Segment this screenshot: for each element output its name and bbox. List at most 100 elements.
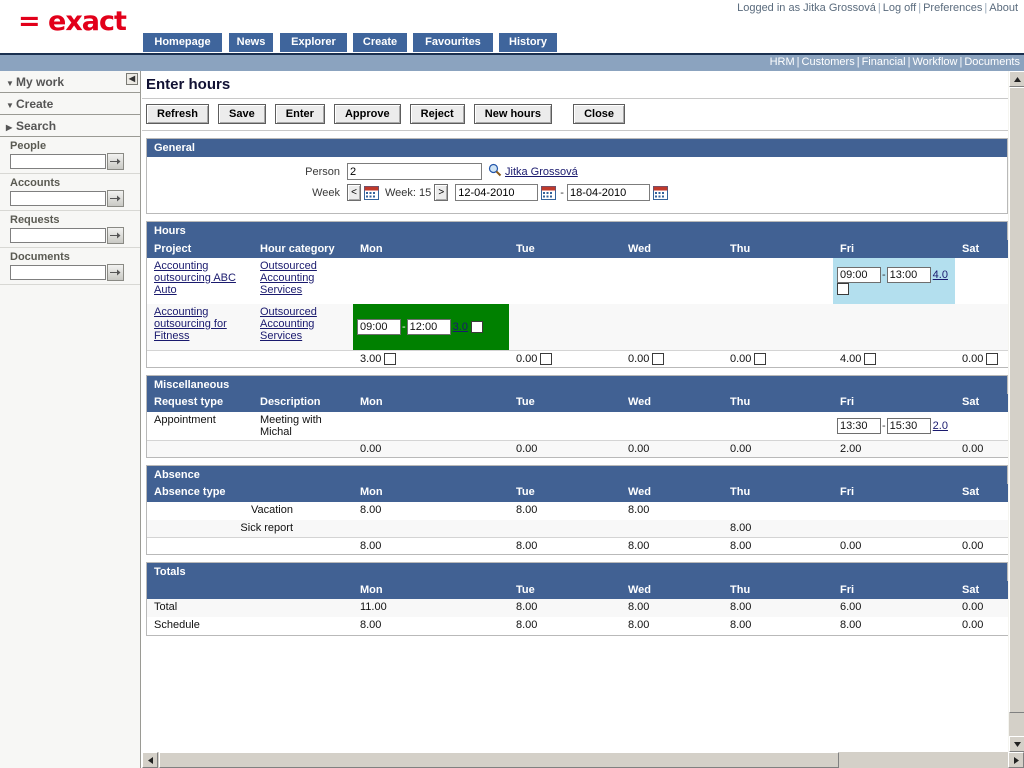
- table-row: Accounting outsourcing ABC Auto Outsourc…: [147, 258, 1011, 304]
- hours-total-fri-checkbox[interactable]: [864, 352, 877, 365]
- misc-total-wed: 0.00: [621, 439, 723, 457]
- vertical-scroll-thumb[interactable]: [1009, 87, 1024, 713]
- subnav-financial-link[interactable]: Financial: [862, 56, 906, 68]
- totals-schedule-mon: 8.00: [360, 619, 382, 632]
- calendar-icon[interactable]: [541, 185, 557, 200]
- hours-total-link[interactable]: 4.0: [933, 269, 948, 281]
- sidebar-section-create[interactable]: ▼ Create: [0, 93, 140, 115]
- totals-total-mon: 11.00: [360, 601, 387, 614]
- next-week-button[interactable]: >: [434, 184, 449, 201]
- hours-panel: Hours Project Hour category Mon Tue Wed …: [146, 221, 1011, 368]
- search-go-requests-button[interactable]: [107, 227, 124, 244]
- subnav-documents-link[interactable]: Documents: [964, 56, 1020, 68]
- scroll-right-button[interactable]: [1008, 752, 1024, 768]
- sidebar: ▼ My work ◀ ▼ Create ▶ Search People Accoun…: [0, 71, 141, 768]
- person-input[interactable]: [347, 163, 482, 180]
- horizontal-scrollbar[interactable]: [142, 752, 1024, 768]
- chevron-down-icon: ▼: [6, 101, 14, 110]
- nav-tab-news[interactable]: News: [229, 33, 273, 52]
- subnav-workflow-link[interactable]: Workflow: [912, 56, 957, 68]
- category-link[interactable]: Outsourced Accounting Services: [260, 260, 317, 296]
- hours-total-tue-checkbox[interactable]: [540, 352, 553, 365]
- absence-thu-cell: 8.00: [730, 521, 752, 534]
- person-name-link[interactable]: Jitka Grossová: [505, 166, 578, 178]
- absence-type-cell: Sick report: [240, 521, 293, 534]
- absence-totals-row: 8.00 8.00 8.00 8.00 0.00 0.00: [147, 537, 1011, 555]
- hours-checkbox[interactable]: [470, 320, 483, 333]
- hours-from-input[interactable]: [357, 318, 401, 335]
- totals-col-fri: Fri: [833, 581, 955, 600]
- week-number-label: Week: 15: [385, 186, 432, 199]
- previous-week-button[interactable]: <: [347, 184, 361, 201]
- hours-total-wed-checkbox[interactable]: [652, 352, 665, 365]
- misc-cell-fri: -2.0: [833, 412, 955, 441]
- scroll-up-button[interactable]: [1009, 71, 1024, 87]
- hours-to-input[interactable]: [886, 266, 931, 283]
- hours-to-input[interactable]: [406, 318, 451, 335]
- calendar-icon[interactable]: [652, 185, 668, 200]
- nav-tab-favourites[interactable]: Favourites: [413, 33, 493, 52]
- search-input-requests[interactable]: [10, 228, 106, 243]
- date-from-input[interactable]: [455, 184, 539, 201]
- search-go-documents-button[interactable]: [107, 264, 124, 281]
- hours-col-category: Hour category: [253, 240, 353, 258]
- date-to-input[interactable]: [566, 184, 650, 201]
- category-link[interactable]: Outsourced Accounting Services: [260, 306, 317, 342]
- misc-to-input[interactable]: [886, 417, 931, 434]
- search-input-people[interactable]: [10, 154, 106, 169]
- sidebar-section-my-work[interactable]: ▼ My work ◀: [0, 71, 140, 93]
- close-button[interactable]: Close: [573, 104, 626, 124]
- new-hours-button[interactable]: New hours: [473, 104, 552, 124]
- sidebar-section-search[interactable]: ▶ Search: [0, 115, 140, 137]
- hours-col-fri: Fri: [833, 240, 955, 258]
- reject-button[interactable]: Reject: [409, 104, 465, 124]
- subnav-customers-link[interactable]: Customers: [802, 56, 855, 68]
- search-input-documents[interactable]: [10, 265, 106, 280]
- hours-total-link[interactable]: 3.0: [453, 321, 468, 333]
- totals-schedule-wed: 8.00: [628, 619, 650, 632]
- log-off-link[interactable]: Log off: [883, 2, 916, 14]
- nav-tab-create[interactable]: Create: [353, 33, 407, 52]
- preferences-link[interactable]: Preferences: [923, 2, 982, 14]
- project-link[interactable]: Accounting outsourcing for Fitness: [154, 306, 227, 342]
- hours-totals-spacer2: [253, 349, 353, 367]
- misc-total-link[interactable]: 2.0: [933, 420, 948, 432]
- hours-total-thu-checkbox[interactable]: [754, 352, 767, 365]
- calendar-icon[interactable]: [364, 185, 379, 200]
- enter-button[interactable]: Enter: [274, 104, 325, 124]
- subnav-hrm-link[interactable]: HRM: [770, 56, 795, 68]
- vertical-scroll-track[interactable]: [1009, 87, 1024, 736]
- general-panel: General Person Jitka Grossová Week <: [146, 138, 1008, 214]
- top-header: Logged in as Jitka Grossová | Log off | Pref…: [0, 0, 1024, 37]
- hours-from-input[interactable]: [837, 266, 881, 283]
- search-go-people-button[interactable]: [107, 153, 124, 170]
- vertical-scrollbar[interactable]: [1008, 71, 1024, 752]
- nav-tab-homepage[interactable]: Homepage: [143, 33, 222, 52]
- save-button[interactable]: Save: [218, 104, 266, 124]
- sidebar-collapse-button[interactable]: ◀: [126, 73, 138, 85]
- about-link[interactable]: About: [989, 2, 1018, 14]
- hours-total-mon-checkbox[interactable]: [384, 352, 397, 365]
- absence-total-fri: 0.00: [833, 537, 955, 555]
- horizontal-scroll-thumb[interactable]: [159, 752, 839, 768]
- sub-nav-links: HRM | Customers | Financial | Workflow | Documen…: [769, 56, 1020, 68]
- nav-tab-history[interactable]: History: [499, 33, 557, 52]
- refresh-button[interactable]: Refresh: [146, 104, 209, 124]
- search-go-accounts-button[interactable]: [107, 190, 124, 207]
- search-icon[interactable]: [488, 163, 502, 180]
- approve-button[interactable]: Approve: [333, 104, 401, 124]
- week-row: Week < Week: 15 > 12-04-2010 - 18-04-201…: [147, 184, 1007, 201]
- hours-total-sat-checkbox[interactable]: [986, 352, 999, 365]
- absence-tue-cell: [509, 520, 621, 538]
- table-row: Accounting outsourcing for Fitness Outso…: [147, 304, 1011, 350]
- misc-from-input[interactable]: [837, 417, 881, 434]
- scroll-down-button[interactable]: [1009, 736, 1024, 752]
- main-content: Enter hours Refresh Save Enter Approve R…: [142, 71, 1024, 768]
- misc-col-sat: Sat: [955, 393, 1011, 412]
- misc-col-request-type: Request type: [147, 393, 253, 412]
- scroll-left-button[interactable]: [142, 752, 158, 768]
- project-link[interactable]: Accounting outsourcing ABC Auto: [154, 260, 236, 296]
- hours-checkbox[interactable]: [837, 283, 849, 296]
- search-input-accounts[interactable]: [10, 191, 106, 206]
- nav-tab-explorer[interactable]: Explorer: [280, 33, 347, 52]
